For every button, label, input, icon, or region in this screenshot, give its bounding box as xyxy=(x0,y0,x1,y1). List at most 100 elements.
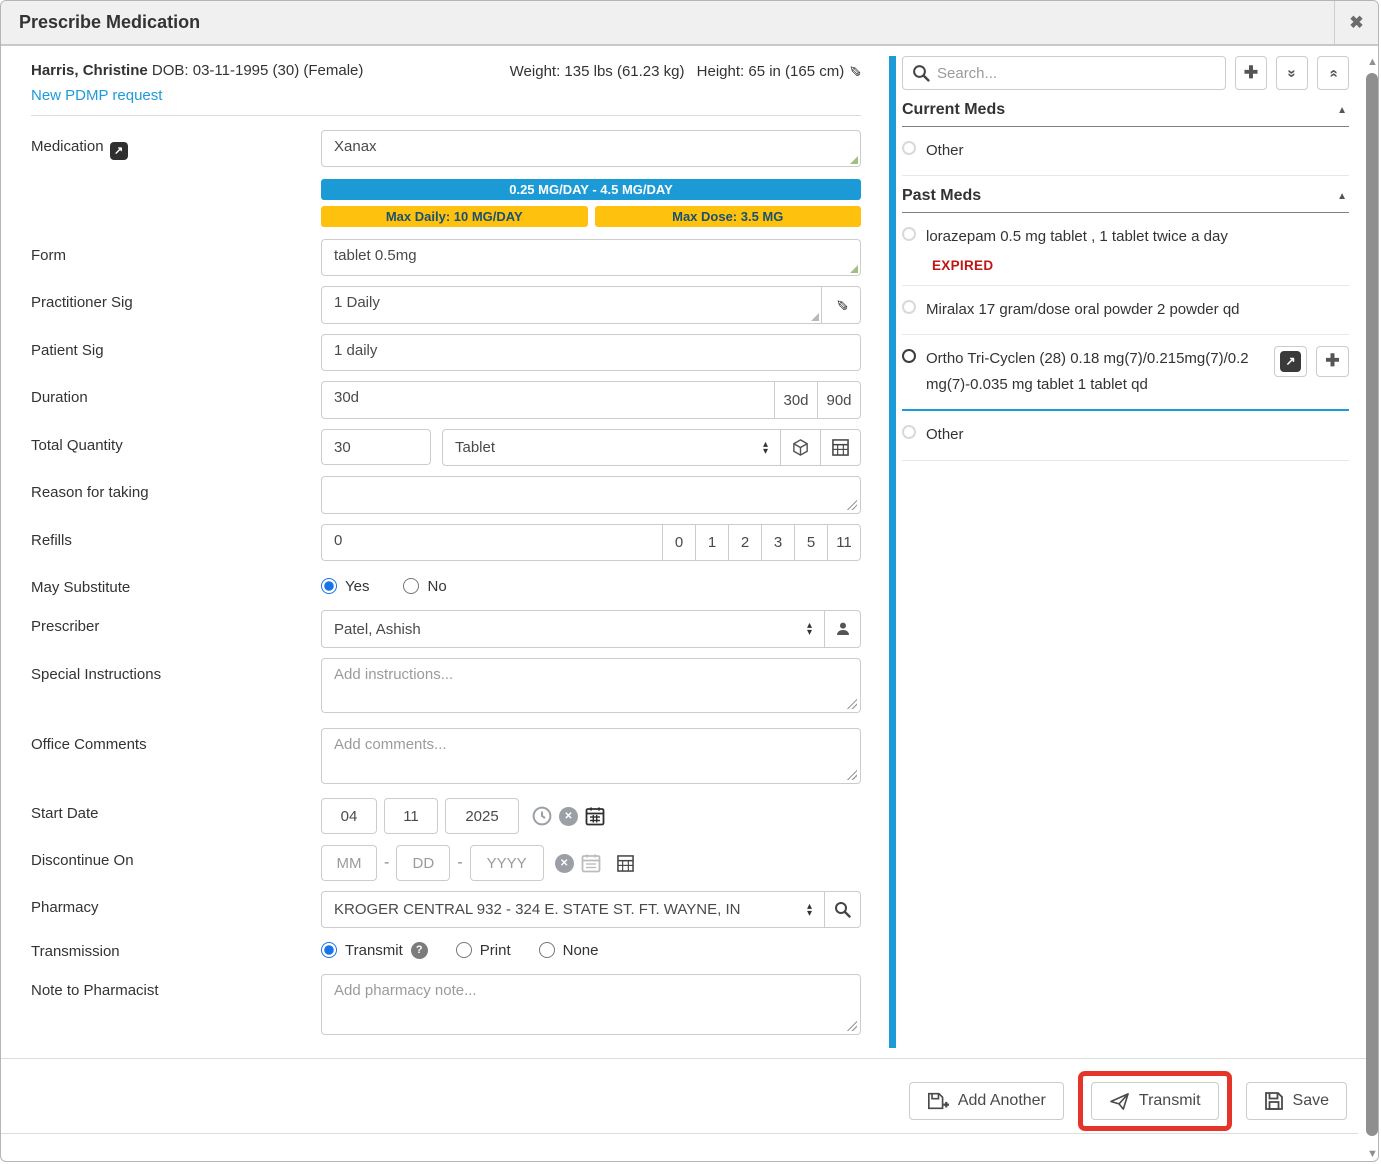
new-pdmp-request-link[interactable]: New PDMP request xyxy=(31,87,162,104)
resize-grip-icon xyxy=(847,770,857,780)
transmit-help-icon[interactable]: ? xyxy=(411,942,428,959)
save-icon xyxy=(1264,1091,1284,1111)
patient-header: Harris, Christine DOB: 03-11-1995 (30) (… xyxy=(31,62,861,80)
edit-vitals-icon[interactable]: ✎ xyxy=(846,65,864,78)
duration-90d-button[interactable]: 90d xyxy=(817,381,861,419)
save-button[interactable]: Save xyxy=(1246,1082,1347,1120)
prescriber-person-button[interactable] xyxy=(824,610,861,648)
form-label: Form xyxy=(31,239,321,276)
discontinue-day-input[interactable] xyxy=(396,845,450,881)
past-med-ortho-item[interactable]: Ortho Tri-Cyclen (28) 0.18 mg(7)/0.215mg… xyxy=(902,335,1349,412)
past-med-lorazepam-item[interactable]: lorazepam 0.5 mg tablet , 1 tablet twice… xyxy=(902,213,1349,285)
office-comments-label: Office Comments xyxy=(31,728,321,784)
patient-sig-input[interactable]: 1 daily xyxy=(321,334,861,371)
quantity-calculator-button[interactable] xyxy=(820,429,861,466)
refills-input[interactable]: 0 xyxy=(321,524,663,561)
office-comments-input[interactable]: Add comments... xyxy=(321,728,861,784)
patient-vitals: Weight: 135 lbs (61.23 kg) Height: 65 in… xyxy=(510,62,861,80)
prescribe-medication-dialog: Prescribe Medication ✖ Harris, Christine… xyxy=(0,0,1379,1162)
clear-discontinue-date-icon[interactable]: ✕ xyxy=(555,854,574,873)
past-meds-header: Past Meds ▲ xyxy=(902,176,1349,213)
pharmacy-label: Pharmacy xyxy=(31,891,321,928)
medication-external-link-icon[interactable]: ↗ xyxy=(110,142,128,160)
substitute-no-radio[interactable] xyxy=(403,578,419,594)
start-year-input[interactable] xyxy=(445,798,519,834)
refills-5-button[interactable]: 5 xyxy=(794,524,828,561)
refills-3-button[interactable]: 3 xyxy=(761,524,795,561)
medication-field-wrap: Xanax 0.25 MG/DAY - 4.5 MG/DAY Max Daily… xyxy=(321,130,861,227)
med-radio[interactable] xyxy=(902,425,916,439)
pharmacist-note-input[interactable]: Add pharmacy note... xyxy=(321,974,861,1035)
total-quantity-input[interactable] xyxy=(321,429,431,465)
duration-30d-button[interactable]: 30d xyxy=(774,381,818,419)
start-date-calendar-icon[interactable] xyxy=(585,806,605,826)
divider xyxy=(1,1133,1358,1134)
refills-1-button[interactable]: 1 xyxy=(695,524,729,561)
med-radio-selected[interactable] xyxy=(902,349,916,363)
dispense-package-button[interactable] xyxy=(780,429,821,466)
transmit-radio[interactable] xyxy=(321,942,337,958)
pharmacy-select[interactable]: KROGER CENTRAL 932 - 324 E. STATE ST. FT… xyxy=(321,891,825,928)
refills-2-button[interactable]: 2 xyxy=(728,524,762,561)
may-substitute-label: May Substitute xyxy=(31,571,321,596)
discontinue-month-input[interactable] xyxy=(321,845,377,881)
special-instructions-input[interactable]: Add instructions... xyxy=(321,658,861,713)
refills-11-button[interactable]: 11 xyxy=(827,524,861,561)
med-search xyxy=(902,56,1226,90)
print-option-label: Print xyxy=(480,942,511,959)
reason-input[interactable] xyxy=(321,476,861,514)
add-another-button[interactable]: Add Another xyxy=(909,1082,1064,1120)
med-add-button[interactable]: ✚ xyxy=(1316,346,1349,377)
substitute-yes-radio[interactable] xyxy=(321,578,337,594)
start-day-input[interactable] xyxy=(384,798,438,834)
print-radio[interactable] xyxy=(456,942,472,958)
practitioner-sig-input[interactable]: 1 Daily xyxy=(321,286,822,324)
past-meds-other-item[interactable]: Other xyxy=(902,411,1349,460)
med-search-input[interactable] xyxy=(902,56,1226,90)
clear-start-date-icon[interactable]: ✕ xyxy=(559,807,578,826)
discontinue-on-label: Discontinue On xyxy=(31,844,321,881)
transmit-button[interactable]: Transmit xyxy=(1091,1082,1219,1120)
window-scrollbar[interactable]: ▲ ▼ xyxy=(1365,48,1379,1161)
resize-grip-icon xyxy=(847,1021,857,1031)
close-button[interactable]: ✖ xyxy=(1334,1,1378,44)
past-med-miralax-item[interactable]: Miralax 17 gram/dose oral powder 2 powde… xyxy=(902,286,1349,335)
row-may-substitute: May Substitute Yes No xyxy=(31,571,861,596)
patient-weight: Weight: 135 lbs (61.23 kg) xyxy=(510,63,685,80)
refills-0-button[interactable]: 0 xyxy=(662,524,696,561)
row-prescriber: Prescriber Patel, Ashish ▴▾ xyxy=(31,610,861,648)
add-med-button[interactable]: ✚ xyxy=(1235,56,1267,90)
duration-calculator-icon[interactable] xyxy=(617,855,634,872)
quantity-unit-select[interactable]: Tablet ▴▾ xyxy=(442,429,781,466)
scroll-up-icon[interactable]: ▲ xyxy=(1365,56,1379,68)
search-icon xyxy=(834,901,851,918)
edit-sig-icon: ✎ xyxy=(832,299,850,312)
med-radio[interactable] xyxy=(902,300,916,314)
scrollbar-thumb[interactable] xyxy=(1366,73,1378,1136)
row-transmission: Transmission Transmit ? Print None xyxy=(31,935,861,960)
duration-input[interactable]: 30d xyxy=(321,381,775,419)
reason-label: Reason for taking xyxy=(31,476,321,514)
edit-sig-button[interactable]: ✎ xyxy=(821,286,861,324)
pharmacy-search-button[interactable] xyxy=(824,891,861,928)
collapse-all-button[interactable]: » xyxy=(1317,56,1349,90)
form-input[interactable]: tablet 0.5mg xyxy=(321,239,861,276)
med-radio[interactable] xyxy=(902,227,916,241)
start-month-input[interactable] xyxy=(321,798,377,834)
current-meds-title: Current Meds xyxy=(902,101,1005,119)
prescriber-select[interactable]: Patel, Ashish ▴▾ xyxy=(321,610,825,648)
med-radio[interactable] xyxy=(902,141,916,155)
med-external-link-button[interactable]: ↗ xyxy=(1274,346,1307,377)
expand-all-button[interactable]: » xyxy=(1276,56,1308,90)
collapse-section-icon[interactable]: ▲ xyxy=(1337,105,1347,116)
discontinue-calendar-icon[interactable] xyxy=(581,853,601,873)
collapse-section-icon[interactable]: ▲ xyxy=(1337,191,1347,202)
row-office-comments: Office Comments Add comments... xyxy=(31,728,861,784)
substitute-yes-label: Yes xyxy=(345,578,369,595)
discontinue-year-input[interactable] xyxy=(470,845,544,881)
none-radio[interactable] xyxy=(539,942,555,958)
scroll-down-icon[interactable]: ▼ xyxy=(1365,1148,1379,1160)
medication-input[interactable]: Xanax xyxy=(321,130,861,167)
current-meds-other-item[interactable]: Other xyxy=(902,127,1349,176)
time-clock-icon[interactable] xyxy=(532,806,552,826)
